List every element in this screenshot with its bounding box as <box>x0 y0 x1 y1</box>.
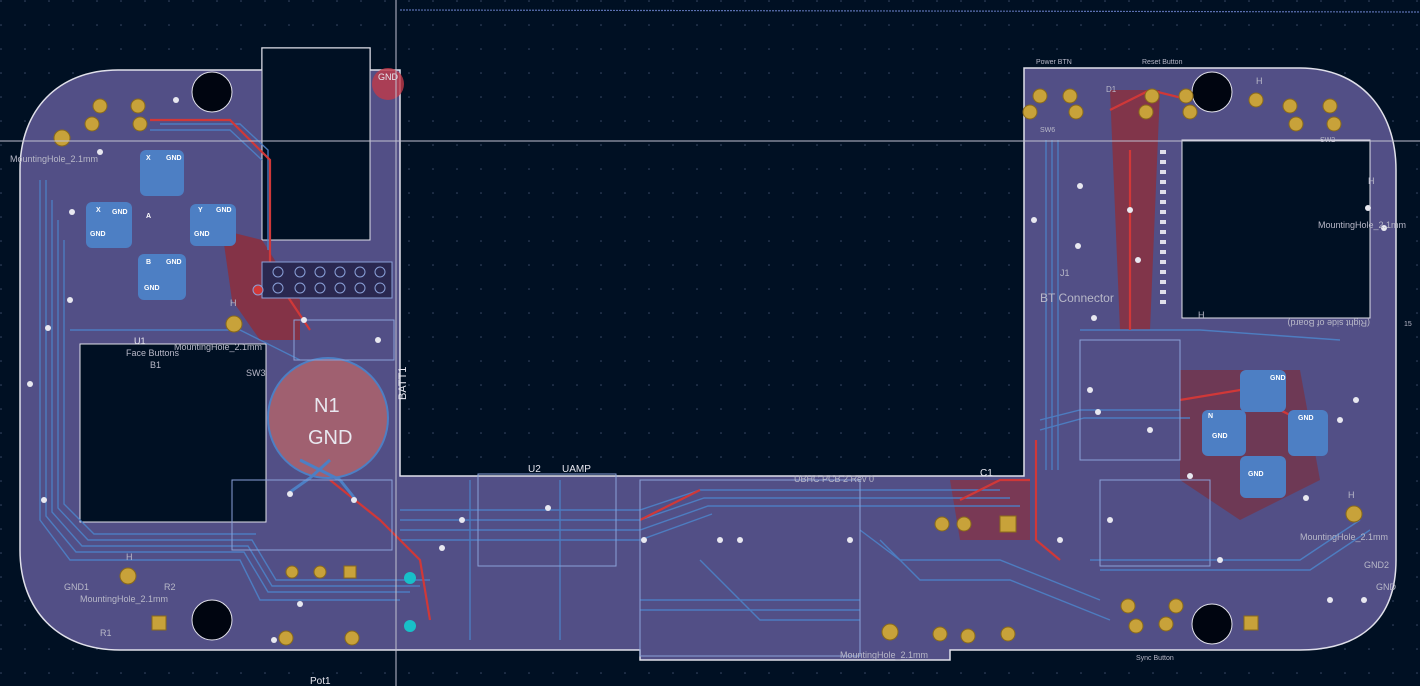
reset-button-label: Reset Button <box>1142 59 1183 66</box>
sync-button-label: Sync Button <box>1136 655 1174 662</box>
svg-text:GND: GND <box>1270 375 1286 382</box>
svg-text:GND: GND <box>1298 415 1314 422</box>
h-mark-6: H <box>230 298 237 308</box>
svg-text:GND: GND <box>166 259 182 266</box>
connector-pins <box>252 261 393 299</box>
svg-text:GND: GND <box>194 231 210 238</box>
svg-text:GND: GND <box>112 209 128 216</box>
b1-label: B1 <box>150 360 161 370</box>
rev-label: UBHC PCB 2 Rev 0 <box>794 474 874 484</box>
svg-text:Y: Y <box>198 207 203 214</box>
n1-gnd-label: GND <box>308 427 352 449</box>
pot1-label: Pot1 <box>310 676 331 686</box>
gnd2-label: GND2 <box>1364 560 1389 570</box>
h-mark-2: H <box>1256 76 1263 86</box>
number-15-label: 15 <box>1404 321 1412 328</box>
bt-connector-label: BT Connector <box>1040 291 1114 305</box>
svg-text:GND: GND <box>166 155 182 162</box>
j1-label: J1 <box>1060 268 1070 278</box>
svg-text:N: N <box>1208 413 1213 420</box>
h-mark-5: H <box>126 552 133 562</box>
pcb-canvas[interactable]: N1 GND BATT1 GND X GND X GND Y GND B GND… <box>0 0 1420 686</box>
mh-lower-left-label: MountingHole_2.1mm <box>80 594 168 604</box>
svg-text:GND: GND <box>1212 433 1228 440</box>
face-buttons-label: Face Buttons <box>126 348 180 358</box>
top-cutout-left <box>261 47 371 241</box>
gnd-pad-label: GND <box>378 72 399 82</box>
svg-text:GND: GND <box>90 231 106 238</box>
uamp-label: UAMP <box>562 464 591 475</box>
mh-mid-left-label: MountingHole_2.1mm <box>174 342 262 352</box>
sw3-label: SW3 <box>246 368 266 378</box>
svg-text:B: B <box>146 259 151 266</box>
svg-text:GND: GND <box>144 285 160 292</box>
r1-label: R1 <box>100 628 112 638</box>
mirror-text-label: (Right side of Board) <box>1287 318 1370 328</box>
h-mark-4: H <box>1348 490 1355 500</box>
n1-label: N1 <box>314 395 340 417</box>
u1-label: U1 <box>134 336 146 346</box>
power-btn-label: Power BTN <box>1036 59 1072 66</box>
svg-text:X: X <box>146 155 151 162</box>
mh-left-label: MountingHole_2.1mm <box>10 154 98 164</box>
mh-right-top-label: MountingHole_2.1mm <box>1318 220 1406 230</box>
svg-text:X: X <box>96 207 101 214</box>
d1-label: D1 <box>1106 85 1117 94</box>
display-window-left <box>79 343 267 523</box>
sw6-label: SW6 <box>1040 127 1055 134</box>
svg-text:GND: GND <box>216 207 232 214</box>
mh-bottom-label: MountingHole_2.1mm <box>840 650 928 660</box>
svg-text:GND: GND <box>1248 471 1264 478</box>
batt1-label: BATT1 <box>397 367 409 400</box>
c1-label: C1 <box>980 468 993 479</box>
r2-label: R2 <box>164 582 176 592</box>
h-mark-3: H <box>1198 310 1205 320</box>
gnd1-label: GND1 <box>64 582 89 592</box>
u2-label: U2 <box>528 464 541 475</box>
svg-text:A: A <box>146 213 151 220</box>
gnd-right-label: GND <box>1376 582 1397 592</box>
mh-right-bottom-label: MountingHole_2.1mm <box>1300 532 1388 542</box>
h-mark-1: H <box>1368 176 1375 186</box>
